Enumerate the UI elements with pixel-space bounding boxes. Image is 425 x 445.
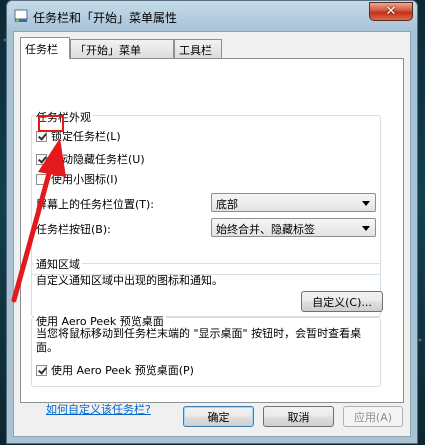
auto-hide-checkbox[interactable]	[36, 153, 47, 165]
small-icons-label: 使用小图标(I)	[51, 173, 118, 186]
tab-toolbars[interactable]: 工具栏	[174, 39, 222, 58]
small-icons-row[interactable]: 使用小图标(I)	[36, 171, 118, 187]
title-bar[interactable]: 任务栏和「开始」菜单属性 ✕	[7, 1, 417, 31]
notification-group-label: 通知区域	[34, 256, 82, 272]
peek-description: 当您将鼠标移动到任务栏末端的 "显示桌面" 按钮时，会暂时查看桌面。	[36, 327, 362, 354]
tab-start-menu[interactable]: 「开始」菜单	[70, 39, 174, 58]
tab-panel-taskbar: 任务栏外观 锁定任务栏(L) 自动隐藏任务栏(U) 使用小图标(I) 屏幕上的任…	[20, 58, 404, 416]
notification-description: 自定义通知区域中出现的图标和通知。	[36, 274, 223, 287]
position-select-value: 底部	[216, 198, 238, 211]
cancel-button[interactable]: 取消	[263, 406, 334, 427]
tab-taskbar[interactable]: 任务栏	[20, 37, 70, 59]
auto-hide-label: 自动隐藏任务栏(U)	[51, 153, 145, 166]
position-select[interactable]: 底部	[211, 193, 376, 212]
annotation-highlight-box	[38, 115, 64, 132]
help-link[interactable]: 如何自定义该任务栏?	[46, 401, 151, 417]
buttons-label: 任务栏按钮(B):	[36, 223, 111, 236]
apply-button[interactable]: 应用(A)	[343, 406, 403, 427]
peek-checkbox-row[interactable]: 使用 Aero Peek 预览桌面(P)	[36, 362, 194, 378]
properties-dialog: 任务栏和「开始」菜单属性 ✕ 任务栏 「开始」菜单 工具栏 任务栏外观 锁定任务…	[6, 0, 418, 444]
window-title: 任务栏和「开始」菜单属性	[33, 11, 178, 25]
chevron-down-icon	[362, 226, 370, 231]
taskbar-properties-icon	[14, 9, 28, 22]
peek-checkbox-label: 使用 Aero Peek 预览桌面(P)	[51, 364, 194, 377]
auto-hide-row[interactable]: 自动隐藏任务栏(U)	[36, 151, 145, 167]
close-icon: ✕	[385, 4, 397, 19]
customize-notifications-button[interactable]: 自定义(C)...	[301, 291, 383, 312]
lock-taskbar-checkbox[interactable]	[36, 130, 47, 142]
buttons-select-value: 始终合并、隐藏标签	[216, 223, 315, 236]
dialog-client: 任务栏 「开始」菜单 工具栏 任务栏外观 锁定任务栏(L) 自动隐藏任务栏(U)…	[13, 31, 411, 437]
small-icons-checkbox[interactable]	[36, 173, 47, 185]
ok-button[interactable]: 确定	[183, 406, 254, 427]
chevron-down-icon	[362, 201, 370, 206]
close-button[interactable]: ✕	[369, 2, 413, 21]
buttons-select[interactable]: 始终合并、隐藏标签	[211, 218, 376, 237]
peek-checkbox[interactable]	[36, 364, 47, 376]
position-label: 屏幕上的任务栏位置(T):	[36, 198, 155, 211]
